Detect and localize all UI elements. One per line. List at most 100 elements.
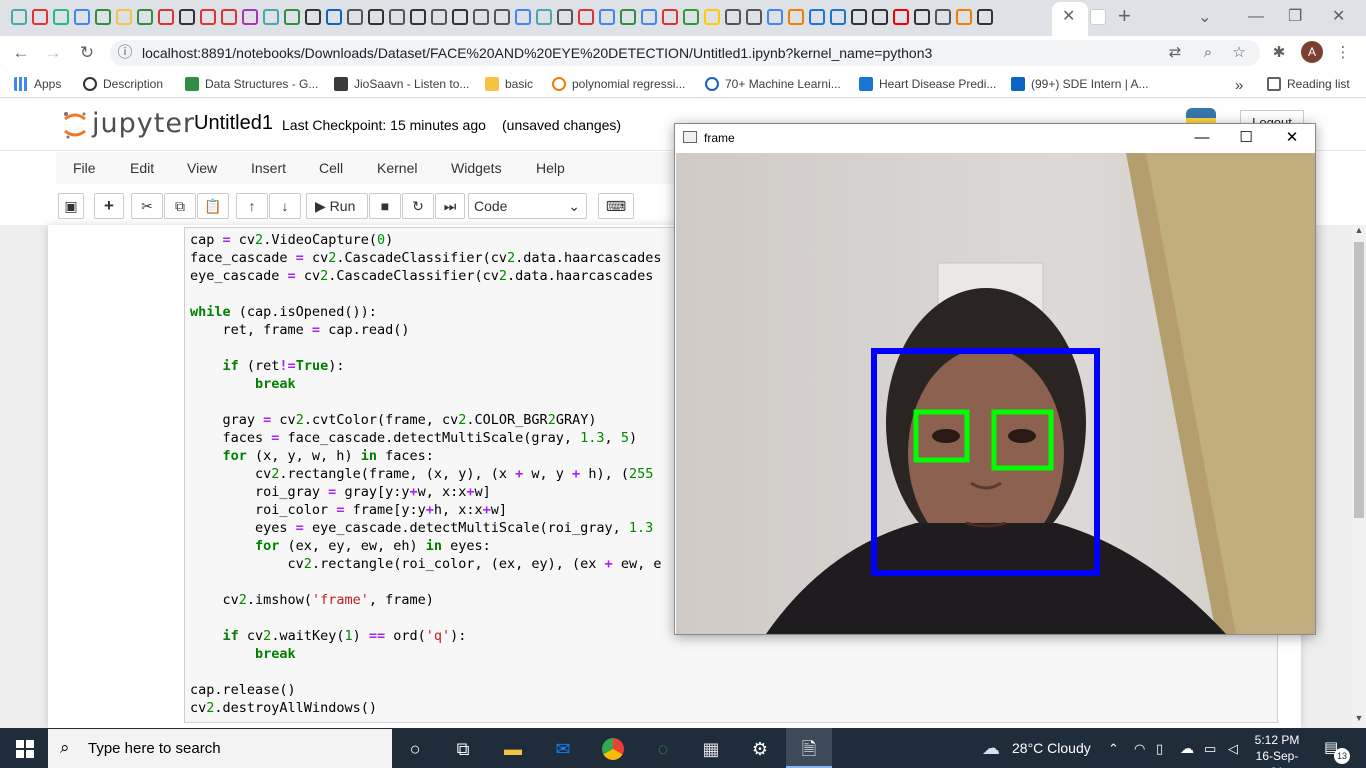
tab-favicon-icon[interactable] bbox=[536, 9, 552, 25]
tab-favicon-icon[interactable] bbox=[599, 9, 615, 25]
new-tab-button[interactable]: + bbox=[1118, 5, 1131, 27]
bookmark-description[interactable]: Description bbox=[83, 77, 163, 91]
cut-icon[interactable]: ✂ bbox=[131, 193, 163, 219]
reload-icon[interactable]: ↻ bbox=[76, 43, 98, 63]
insert-cell-icon[interactable]: + bbox=[94, 193, 124, 219]
cell-type-select[interactable]: Code ⌄ bbox=[468, 193, 587, 219]
tab-favicon-icon[interactable] bbox=[389, 9, 405, 25]
tab-favicon-icon[interactable] bbox=[746, 9, 762, 25]
scrollbar-thumb[interactable] bbox=[1354, 242, 1364, 518]
google-tab-icon[interactable] bbox=[1090, 9, 1106, 25]
menu-help[interactable]: Help bbox=[536, 160, 565, 176]
menu-insert[interactable]: Insert bbox=[251, 160, 286, 176]
tab-favicon-icon[interactable] bbox=[578, 9, 594, 25]
profile-avatar[interactable]: A bbox=[1301, 41, 1323, 63]
restart-run-all-icon[interactable]: ⏭ bbox=[435, 193, 465, 219]
bookmark-jiosaavn[interactable]: JioSaavn - Listen to... bbox=[334, 77, 469, 91]
tab-favicon-icon[interactable] bbox=[872, 9, 888, 25]
minimize-icon[interactable]: — bbox=[1248, 7, 1264, 27]
close-window-icon[interactable]: ✕ bbox=[1332, 7, 1345, 27]
tab-favicon-icon[interactable] bbox=[284, 9, 300, 25]
tab-favicon-icon[interactable] bbox=[179, 9, 195, 25]
command-palette-icon[interactable]: ⌨ bbox=[598, 193, 634, 219]
anaconda-icon[interactable]: ◌ bbox=[650, 736, 676, 762]
file-explorer-icon[interactable]: ▬ bbox=[500, 736, 526, 762]
tab-favicon-icon[interactable] bbox=[263, 9, 279, 25]
tab-favicon-icon[interactable] bbox=[116, 9, 132, 25]
tab-favicon-icon[interactable] bbox=[683, 9, 699, 25]
phone-icon[interactable]: ▯ bbox=[1156, 741, 1163, 757]
restore-icon[interactable]: ❐ bbox=[1288, 7, 1302, 27]
url-text[interactable]: localhost:8891/notebooks/Downloads/Datas… bbox=[142, 45, 932, 61]
frame-maximize-icon[interactable]: ☐ bbox=[1234, 128, 1258, 148]
tray-chevron-icon[interactable]: ⌃ bbox=[1108, 741, 1119, 757]
tab-favicon-icon[interactable] bbox=[221, 9, 237, 25]
tab-favicon-icon[interactable] bbox=[452, 9, 468, 25]
battery-icon[interactable]: ▭ bbox=[1204, 741, 1216, 757]
notebook-name[interactable]: Untitled1 bbox=[194, 112, 273, 135]
extensions-icon[interactable]: ✱ bbox=[1270, 44, 1288, 62]
stop-icon[interactable]: ■ bbox=[369, 193, 401, 219]
tab-favicon-icon[interactable] bbox=[305, 9, 321, 25]
menu-kernel[interactable]: Kernel bbox=[377, 160, 417, 176]
tab-favicon-icon[interactable] bbox=[494, 9, 510, 25]
taskbar-search-placeholder[interactable]: Type here to search bbox=[88, 740, 221, 757]
bookmark-ml[interactable]: 70+ Machine Learni... bbox=[705, 77, 841, 91]
app-icon[interactable]: ▦ bbox=[698, 736, 724, 762]
tab-favicon-icon[interactable] bbox=[641, 9, 657, 25]
bookmark-heart-disease[interactable]: Heart Disease Predi... bbox=[859, 77, 996, 91]
menu-file[interactable]: File bbox=[73, 160, 96, 176]
tab-favicon-icon[interactable] bbox=[935, 9, 951, 25]
settings-icon[interactable]: ⚙ bbox=[747, 736, 773, 762]
zoom-icon[interactable]: ⌕ bbox=[1199, 44, 1217, 62]
tab-favicon-icon[interactable] bbox=[200, 9, 216, 25]
tab-favicon-icon[interactable] bbox=[914, 9, 930, 25]
tab-favicon-icon[interactable] bbox=[662, 9, 678, 25]
tab-favicon-icon[interactable] bbox=[53, 9, 69, 25]
save-icon[interactable]: ▣ bbox=[58, 193, 84, 219]
code-editor[interactable]: cap = cv2.VideoCapture(0) face_cascade =… bbox=[190, 231, 661, 717]
logout-button[interactable]: Logout bbox=[1240, 110, 1304, 124]
restart-icon[interactable]: ↻ bbox=[402, 193, 434, 219]
system-clock[interactable]: 5:12 PM 16-Sep-21 bbox=[1252, 732, 1302, 768]
cortana-icon[interactable]: ○ bbox=[402, 736, 428, 762]
reading-list[interactable]: Reading list bbox=[1267, 77, 1350, 91]
tab-favicon-icon[interactable] bbox=[368, 9, 384, 25]
tab-favicon-icon[interactable] bbox=[725, 9, 741, 25]
jupyter-logo-text[interactable]: jupyter bbox=[92, 108, 195, 139]
chrome-taskbar-icon[interactable] bbox=[600, 736, 626, 762]
menu-widgets[interactable]: Widgets bbox=[451, 160, 502, 176]
tab-favicon-icon[interactable] bbox=[158, 9, 174, 25]
task-view-icon[interactable]: ⧉ bbox=[450, 736, 476, 762]
move-up-icon[interactable]: ↑ bbox=[236, 193, 268, 219]
tab-favicon-icon[interactable] bbox=[557, 9, 573, 25]
tab-favicon-icon[interactable] bbox=[515, 9, 531, 25]
bookmark-polynomial[interactable]: polynomial regressi... bbox=[552, 77, 685, 91]
tab-favicon-icon[interactable] bbox=[242, 9, 258, 25]
tab-favicon-icon[interactable] bbox=[830, 9, 846, 25]
bookmark-basic[interactable]: basic bbox=[485, 77, 533, 91]
tab-favicon-icon[interactable] bbox=[788, 9, 804, 25]
tab-favicon-icon[interactable] bbox=[473, 9, 489, 25]
bookmark-linkedin[interactable]: (99+) SDE Intern | A... bbox=[1011, 77, 1149, 91]
frame-close-icon[interactable]: ✕ bbox=[1280, 128, 1304, 148]
bookmark-apps[interactable]: Apps bbox=[14, 77, 61, 91]
close-tab-icon[interactable]: ✕ bbox=[1062, 7, 1075, 27]
menu-view[interactable]: View bbox=[187, 160, 217, 176]
scroll-down-icon[interactable]: ▼ bbox=[1352, 713, 1366, 727]
tab-favicon-icon[interactable] bbox=[11, 9, 27, 25]
wifi-icon[interactable]: ◠ bbox=[1134, 741, 1145, 757]
tab-favicon-icon[interactable] bbox=[95, 9, 111, 25]
chrome-menu-icon[interactable]: ⋮ bbox=[1334, 44, 1352, 62]
windows-start-icon[interactable] bbox=[16, 740, 34, 758]
menu-cell[interactable]: Cell bbox=[319, 160, 343, 176]
run-button[interactable]: ▶ Run bbox=[306, 193, 368, 219]
tab-favicon-icon[interactable] bbox=[809, 9, 825, 25]
tab-favicon-icon[interactable] bbox=[620, 9, 636, 25]
menu-edit[interactable]: Edit bbox=[130, 160, 154, 176]
weather-text[interactable]: 28°C Cloudy bbox=[1012, 740, 1091, 756]
tab-favicon-icon[interactable] bbox=[893, 9, 909, 25]
mail-icon[interactable]: ✉ bbox=[550, 736, 576, 762]
tab-favicon-icon[interactable] bbox=[32, 9, 48, 25]
paste-icon[interactable]: 📋 bbox=[197, 193, 229, 219]
